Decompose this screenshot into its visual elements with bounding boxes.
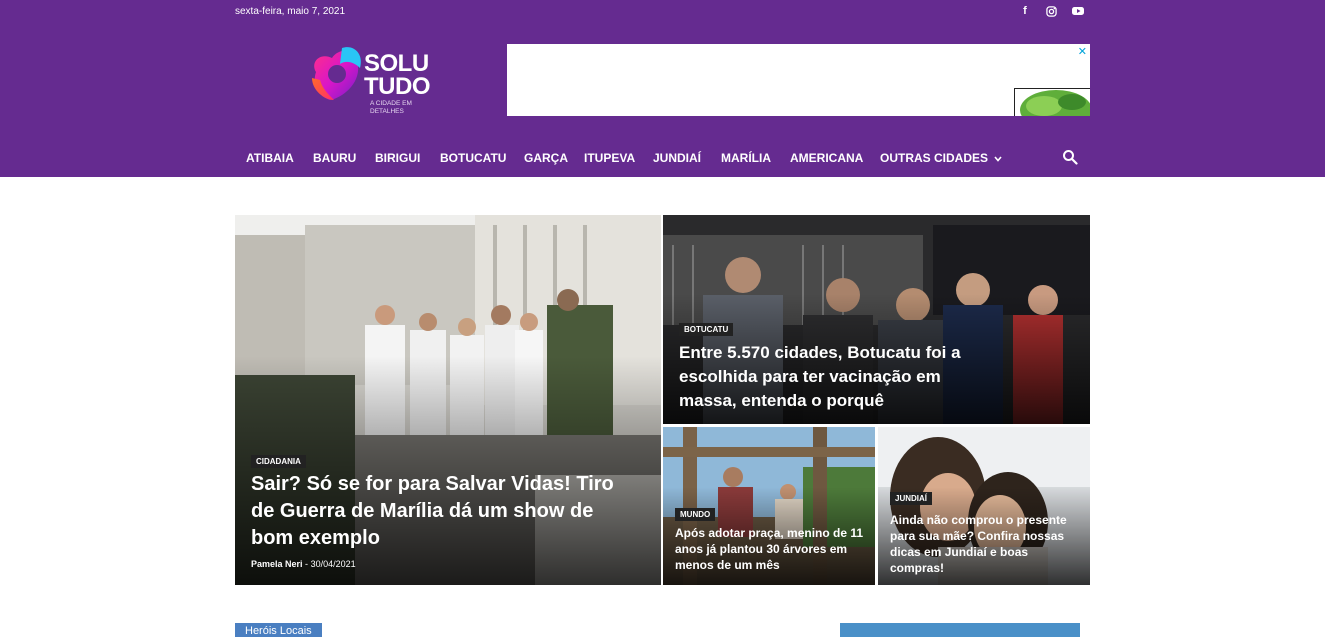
nav-item-botucatu[interactable]: BOTUCATU [440,140,506,176]
sidebar-widget [840,623,1080,637]
article-title[interactable]: Sair? Só se for para Salvar Vidas! Tiro … [251,471,631,552]
category-badge[interactable]: BOTUCATU [679,323,734,336]
youtube-icon[interactable] [1071,4,1085,18]
chevron-down-icon [994,140,1002,176]
nav-item-bauru[interactable]: BAURU [313,140,356,176]
featured-top-right-article[interactable]: BOTUCATU Entre 5.570 cidades, Botucatu f… [663,215,1090,424]
article-meta: Pamela Neri - 30/04/2021 [251,559,356,569]
featured-bottom-right-article[interactable]: JUNDIAÍ Ainda não comprou o presente par… [878,427,1090,585]
article-title[interactable]: Ainda não comprou o presente para sua mã… [890,512,1085,576]
featured-main-article[interactable]: CIDADANIA Sair? Só se for para Salvar Vi… [235,215,661,585]
category-badge[interactable]: MUNDO [675,508,716,521]
nav-item-outras-cidades[interactable]: OUTRAS CIDADES [880,140,1002,176]
category-badge[interactable]: JUNDIAÍ [890,492,933,505]
category-badge[interactable]: CIDADANIA [251,455,306,468]
article-date: 30/04/2021 [310,559,356,569]
site-logo[interactable]: SOLU TUDO A CIDADE EM DETALHES [308,44,448,118]
main-navigation: ATIBAIA BAURU BIRIGUI BOTUCATU GARÇA ITU… [235,140,1090,176]
nav-item-jundiai[interactable]: JUNDIAÍ [653,140,701,176]
section-tab-herois-locais[interactable]: Heróis Locais [235,623,322,637]
banner-ad[interactable]: ✕ [507,44,1090,116]
facebook-icon[interactable]: f [1018,4,1032,18]
article-author[interactable]: Pamela Neri [251,559,303,569]
logo-wordmark: SOLU TUDO [364,50,431,100]
logo-mark-icon [312,47,361,100]
nav-item-birigui[interactable]: BIRIGUI [375,140,420,176]
nav-item-garca[interactable]: GARÇA [524,140,568,176]
article-title[interactable]: Entre 5.570 cidades, Botucatu foi a esco… [679,341,999,413]
meta-separator: - [305,559,309,569]
instagram-icon[interactable] [1044,4,1058,18]
featured-bottom-left-article[interactable]: MUNDO Após adotar praça, menino de 11 an… [663,427,875,585]
current-date: sexta-feira, maio 7, 2021 [235,6,346,17]
site-header: sexta-feira, maio 7, 2021 f SOLU TUDO A … [0,0,1325,177]
nav-item-marilia[interactable]: MARÍLIA [721,140,771,176]
ad-leaf-image [1014,88,1090,116]
nav-item-americana[interactable]: AMERICANA [790,140,863,176]
ad-close-icon[interactable]: ✕ [1078,45,1087,58]
logo-tagline: A CIDADE EM DETALHES [370,100,412,115]
search-icon[interactable] [1062,149,1080,167]
article-title[interactable]: Após adotar praça, menino de 11 anos já … [675,525,865,573]
nav-item-atibaia[interactable]: ATIBAIA [246,140,294,176]
nav-item-itupeva[interactable]: ITUPEVA [584,140,635,176]
